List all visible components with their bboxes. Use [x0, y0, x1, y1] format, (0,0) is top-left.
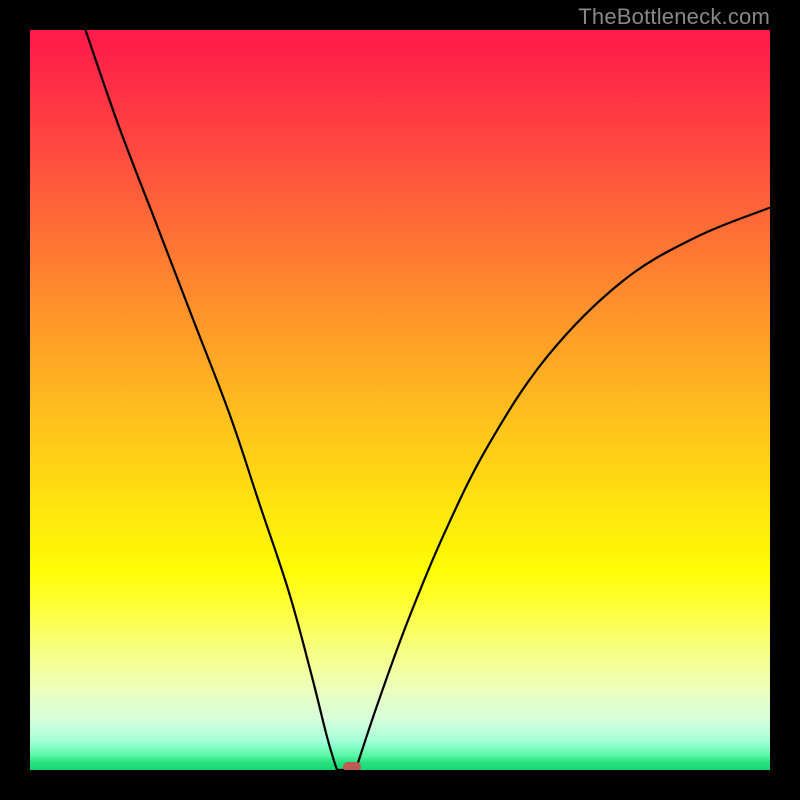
curve-svg [30, 30, 770, 770]
curve-left-branch [86, 30, 338, 770]
plot-area [30, 30, 770, 770]
watermark-text: TheBottleneck.com [578, 4, 770, 30]
chart-frame: TheBottleneck.com [0, 0, 800, 800]
curve-right-branch [356, 208, 770, 770]
minimum-marker [343, 762, 361, 770]
